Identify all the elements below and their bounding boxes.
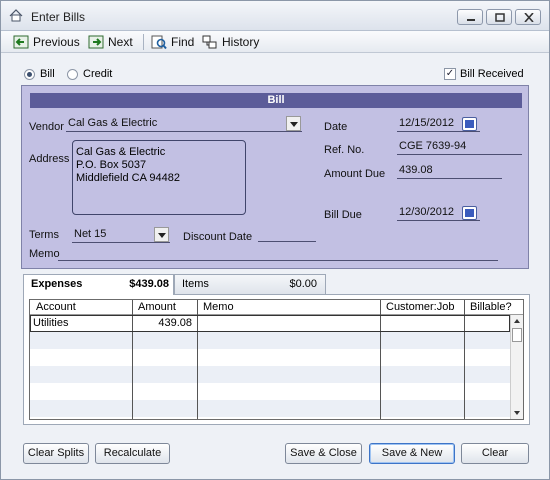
tab-expenses-label: Expenses	[31, 278, 83, 290]
toolbar-divider	[143, 34, 144, 50]
checkmark-icon: ✓	[444, 68, 456, 80]
close-button[interactable]	[515, 9, 541, 25]
arrow-left-icon	[13, 35, 29, 49]
discount-date-label: Discount Date	[183, 231, 253, 243]
calendar-icon[interactable]	[462, 206, 477, 220]
minimize-icon	[467, 19, 475, 21]
discount-date-field[interactable]	[258, 226, 316, 242]
find-button[interactable]: Find	[151, 33, 194, 51]
credit-radio[interactable]: Credit	[67, 68, 112, 80]
next-label: Next	[108, 35, 133, 49]
vendor-dropdown-button[interactable]	[286, 116, 301, 131]
calendar-icon[interactable]	[462, 117, 477, 131]
bill-due-label: Bill Due	[324, 209, 362, 221]
memo-field[interactable]	[58, 245, 498, 261]
radio-unselected-icon	[67, 68, 78, 80]
address-line-1: Cal Gas & Electric	[76, 146, 166, 158]
bill-received-checkbox[interactable]: ✓ Bill Received	[444, 68, 524, 80]
table-row[interactable]	[30, 349, 523, 366]
memo-label: Memo	[29, 248, 60, 260]
table-row[interactable]	[30, 366, 523, 383]
address-box[interactable]: Cal Gas & Electric P.O. Box 5037 Middlef…	[72, 140, 246, 215]
column-header-memo[interactable]: Memo	[203, 301, 234, 313]
column-header-amount[interactable]: Amount	[138, 301, 176, 313]
clear-splits-button[interactable]: Clear Splits	[23, 443, 89, 464]
terms-label: Terms	[29, 229, 59, 241]
table-header: Account Amount Memo Customer:Job Billabl…	[30, 300, 523, 315]
bill-form-header: Bill	[30, 93, 522, 108]
expenses-table: Account Amount Memo Customer:Job Billabl…	[29, 299, 524, 420]
minimize-button[interactable]	[457, 9, 483, 25]
table-row[interactable]	[30, 383, 523, 400]
date-value: 12/15/2012	[399, 117, 455, 129]
ref-no-value: CGE 7639-94	[399, 140, 467, 152]
ref-no-label: Ref. No.	[324, 144, 365, 156]
tab-items-amount: $0.00	[289, 278, 317, 290]
bill-form: Bill Vendor Cal Gas & Electric Address C…	[21, 85, 529, 269]
save-close-button[interactable]: Save & Close	[285, 443, 362, 464]
selected-row-outline	[30, 315, 510, 332]
amount-due-value: 439.08	[399, 164, 433, 176]
terms-dropdown-button[interactable]	[154, 227, 169, 242]
clear-button[interactable]: Clear	[461, 443, 529, 464]
tab-items-label: Items	[182, 278, 209, 290]
history-button[interactable]: History	[202, 33, 259, 51]
enter-bills-window: Enter Bills Previous Next Find History B…	[0, 0, 550, 480]
house-icon	[9, 9, 23, 22]
bill-due-value: 12/30/2012	[399, 206, 455, 218]
bill-radio-label: Bill	[40, 68, 55, 80]
vertical-scrollbar[interactable]	[510, 315, 523, 419]
vendor-value: Cal Gas & Electric	[68, 117, 158, 129]
recalculate-button[interactable]: Recalculate	[95, 443, 170, 464]
maximize-button[interactable]	[486, 9, 512, 25]
ref-no-field[interactable]: CGE 7639-94	[397, 139, 522, 155]
amount-due-label: Amount Due	[324, 168, 386, 180]
bill-radio[interactable]: Bill	[24, 68, 55, 80]
title-bar: Enter Bills	[1, 1, 549, 31]
window-title: Enter Bills	[31, 10, 86, 24]
address-line-3: Middlefield CA 94482	[76, 172, 180, 184]
table-row[interactable]	[30, 400, 523, 417]
tab-items[interactable]: Items $0.00	[174, 274, 326, 294]
previous-button[interactable]: Previous	[13, 33, 80, 51]
tab-expenses[interactable]: Expenses $439.08	[23, 274, 174, 295]
date-label: Date	[324, 121, 348, 133]
column-header-account[interactable]: Account	[36, 301, 76, 313]
bill-received-label: Bill Received	[460, 68, 524, 80]
address-label: Address	[29, 153, 70, 165]
history-label: History	[222, 35, 260, 49]
arrow-right-icon	[88, 35, 104, 49]
scroll-up-icon[interactable]	[514, 319, 520, 323]
maximize-icon	[495, 13, 505, 22]
column-header-billable[interactable]: Billable?	[470, 301, 512, 313]
history-icon	[202, 35, 217, 48]
toolbar: Previous Next Find History	[1, 31, 549, 53]
previous-label: Previous	[33, 35, 80, 49]
find-label: Find	[171, 35, 195, 49]
close-icon	[524, 13, 534, 22]
address-line-2: P.O. Box 5037	[76, 159, 147, 171]
credit-radio-label: Credit	[83, 68, 113, 80]
vendor-label: Vendor	[29, 121, 64, 133]
column-header-customer-job[interactable]: Customer:Job	[386, 301, 454, 313]
scrollbar-thumb[interactable]	[512, 328, 522, 342]
terms-value: Net 15	[74, 228, 107, 240]
save-new-button[interactable]: Save & New	[369, 443, 455, 464]
expenses-panel: Account Amount Memo Customer:Job Billabl…	[23, 294, 530, 425]
radio-selected-icon	[24, 68, 35, 80]
table-row[interactable]	[30, 332, 523, 349]
next-button[interactable]: Next	[88, 33, 133, 51]
vendor-field[interactable]: Cal Gas & Electric	[66, 116, 302, 132]
tab-expenses-amount: $439.08	[129, 278, 169, 290]
amount-due-field[interactable]: 439.08	[397, 163, 502, 179]
magnifier-icon	[151, 35, 167, 49]
scroll-down-icon[interactable]	[514, 411, 520, 415]
